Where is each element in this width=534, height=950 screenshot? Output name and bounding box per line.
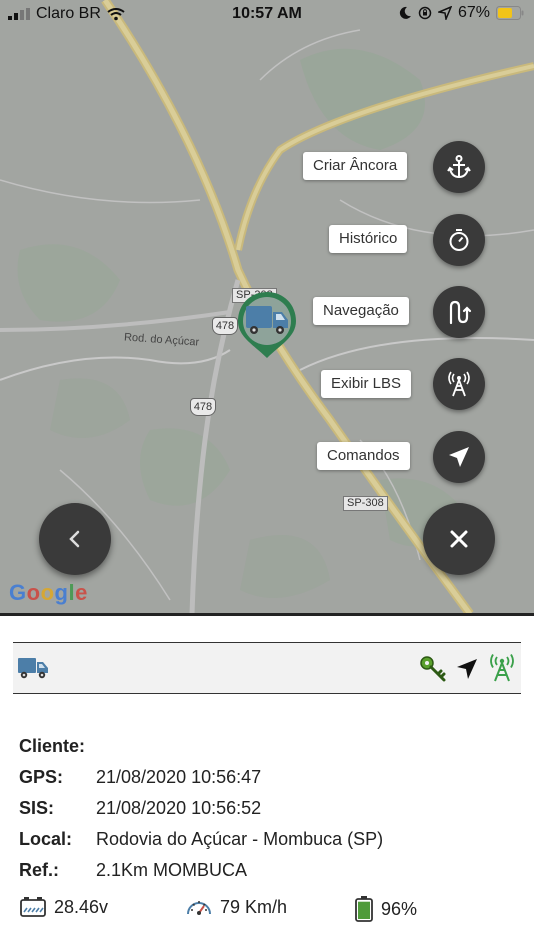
exibir-lbs-button[interactable]: [433, 358, 485, 410]
sis-label: SIS:: [19, 798, 55, 818]
google-letter: o: [26, 580, 41, 605]
status-bar: Claro BR 10:57 AM 67%: [0, 0, 534, 28]
comandos-button[interactable]: [433, 431, 485, 483]
comandos-label[interactable]: Comandos: [317, 442, 410, 470]
battery-percent: 67%: [457, 4, 490, 21]
info-ref: Ref.: 2.1Km MOMBUCA: [19, 860, 247, 881]
navigation-arrow-icon[interactable]: [455, 657, 479, 681]
local-value: Rodovia do Açúcar - Mombuca (SP): [96, 829, 384, 849]
road-shield-478-upper: 478: [212, 317, 238, 335]
gps-label: GPS:: [19, 767, 64, 787]
map-divider: [0, 613, 534, 616]
local-label: Local:: [19, 829, 73, 849]
truck-marker-icon: [238, 292, 296, 358]
chevron-left-icon: [69, 530, 80, 548]
speed-stat: 79 Km/h: [186, 896, 287, 918]
ref-value: 2.1Km MOMBUCA: [96, 860, 248, 880]
speedometer-icon: [187, 901, 211, 915]
gps-value: 21/08/2020 10:56:47: [96, 767, 262, 787]
battery-icon: [496, 6, 524, 20]
location-arrow-icon: [437, 6, 452, 20]
road-shield-478-lower: 478: [190, 398, 216, 416]
close-menu-button[interactable]: [423, 503, 495, 575]
battery-level-value: 96%: [381, 898, 418, 919]
cliente-label: Cliente:: [19, 736, 86, 756]
exibir-lbs-label[interactable]: Exibir LBS: [321, 370, 412, 398]
navegacao-label[interactable]: Navegação: [313, 297, 409, 325]
historico-label[interactable]: Histórico: [329, 225, 408, 253]
ignition-key-icon[interactable]: [419, 655, 447, 683]
battery-stat: 96%: [355, 896, 417, 922]
battery-level-icon: [355, 896, 373, 922]
battery-fill: [358, 901, 370, 919]
anchor-icon: [447, 155, 471, 179]
truck-icon: [18, 658, 48, 679]
vehicle-toolbar: [13, 642, 521, 694]
moon-icon: [399, 6, 411, 19]
voltage-value: 28.46v: [54, 896, 109, 917]
antenna-tower-icon: [448, 371, 470, 397]
google-letter: g: [54, 580, 69, 605]
road-tag-sp308-bottom: SP-308: [343, 496, 388, 511]
google-letter: e: [75, 580, 88, 605]
criar-ancora-button[interactable]: [433, 141, 485, 193]
info-gps: GPS: 21/08/2020 10:56:47: [19, 767, 261, 788]
stopwatch-icon: [449, 229, 469, 251]
info-cliente: Cliente:: [19, 736, 96, 757]
info-sis: SIS: 21/08/2020 10:56:52: [19, 798, 261, 819]
vehicle-marker[interactable]: [236, 290, 298, 360]
navegacao-button[interactable]: [433, 286, 485, 338]
info-local: Local: Rodovia do Açúcar - Mombuca (SP): [19, 829, 383, 850]
google-logo: Google: [9, 580, 88, 606]
ref-label: Ref.:: [19, 860, 59, 880]
historico-button[interactable]: [433, 214, 485, 266]
route-icon: [449, 300, 472, 325]
car-battery-icon: [20, 897, 46, 917]
map-view[interactable]: Rod. do Açúcar SP-308 SP-308 478 478 Cri…: [0, 0, 534, 614]
orientation-lock-icon: [418, 6, 432, 20]
send-icon: [449, 447, 469, 467]
back-button[interactable]: [39, 503, 111, 575]
close-icon: [450, 530, 468, 548]
criar-ancora-label[interactable]: Criar Âncora: [303, 152, 408, 180]
speed-value: 79 Km/h: [220, 896, 288, 917]
google-letter: G: [9, 580, 27, 605]
sis-value: 21/08/2020 10:56:52: [96, 798, 262, 818]
voltage-stat: 28.46v: [20, 896, 108, 918]
google-letter: o: [40, 580, 55, 605]
lbs-antenna-icon[interactable]: [488, 653, 516, 683]
